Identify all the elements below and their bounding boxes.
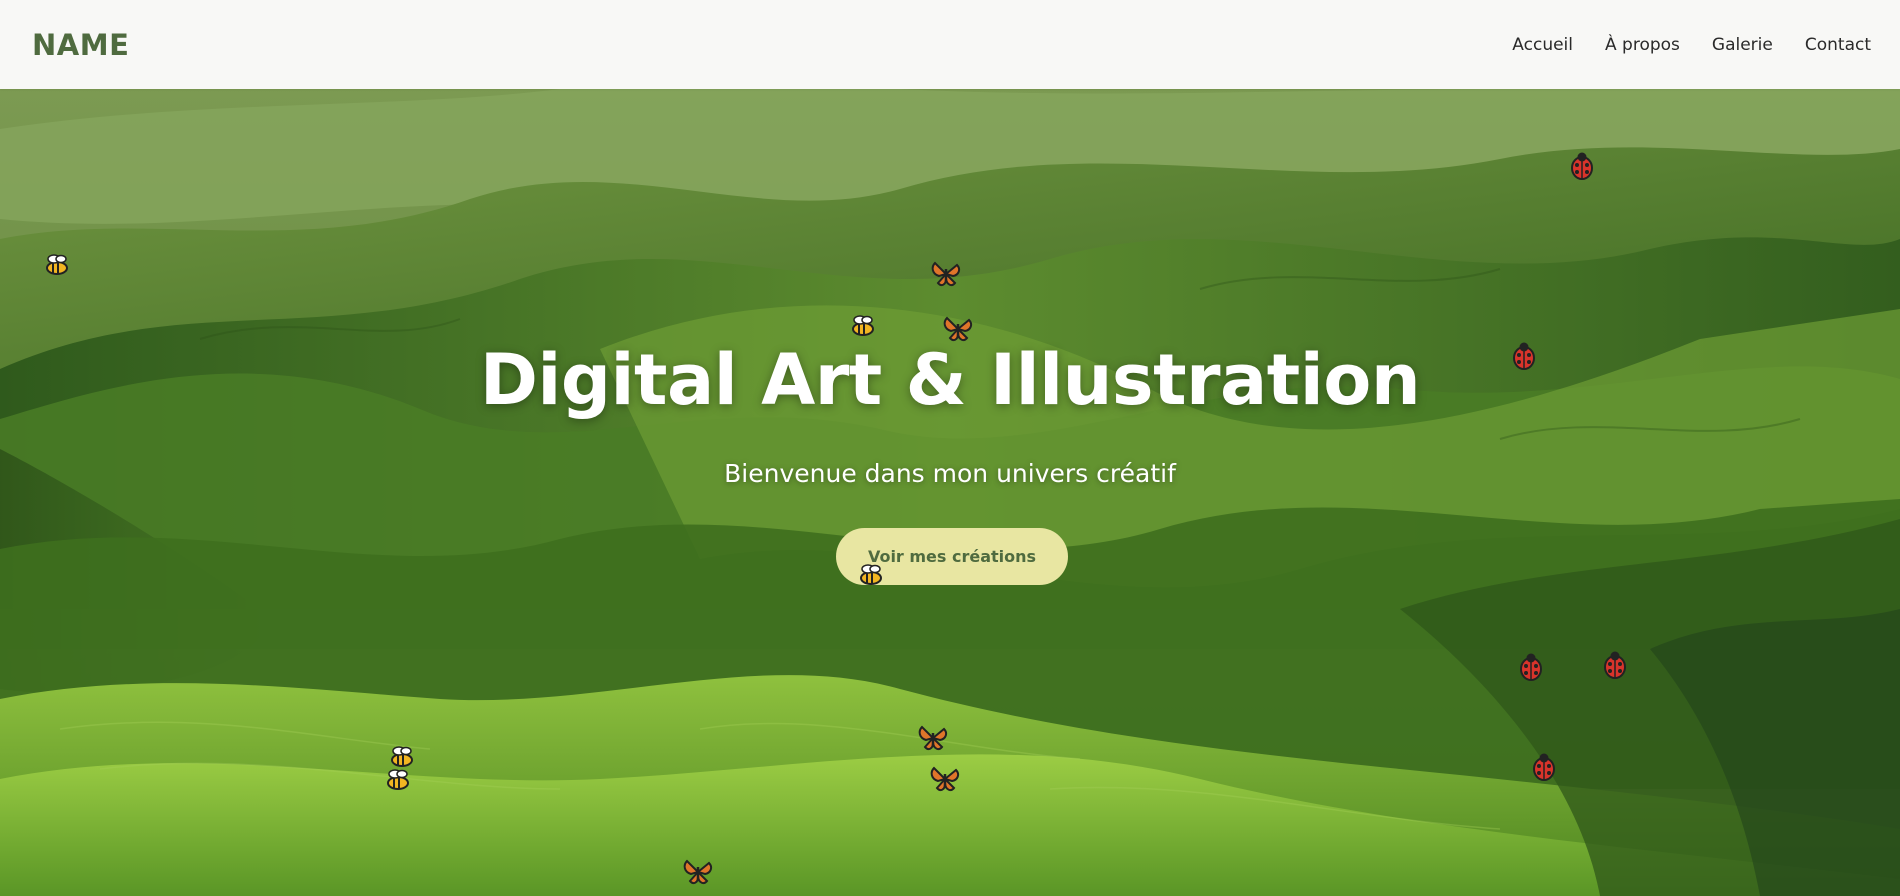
ladybug-icon (1598, 648, 1632, 682)
bee-icon (854, 559, 888, 593)
hero-title: Digital Art & Illustration (479, 339, 1421, 421)
site-logo[interactable]: NAME (32, 28, 129, 62)
ladybug-icon (1514, 650, 1548, 684)
nav-link-accueil[interactable]: Accueil (1512, 35, 1573, 55)
nav-link-contact[interactable]: Contact (1805, 35, 1871, 55)
butterfly-icon (916, 721, 950, 755)
butterfly-icon (941, 312, 975, 346)
ladybug-icon (1527, 750, 1561, 784)
nav-link-a-propos[interactable]: À propos (1605, 35, 1680, 55)
hero-section: Digital Art & Illustration Bienvenue dan… (0, 89, 1900, 896)
butterfly-icon (929, 257, 963, 291)
hero-subtitle: Bienvenue dans mon univers créatif (724, 459, 1176, 488)
page: NAME Accueil À propos Galerie Contact Di… (0, 0, 1900, 896)
nav-link-galerie[interactable]: Galerie (1712, 35, 1773, 55)
bee-icon (40, 249, 74, 283)
butterfly-icon (928, 762, 962, 796)
bee-icon (381, 764, 415, 798)
ladybug-icon (1507, 339, 1541, 373)
site-header: NAME Accueil À propos Galerie Contact (0, 0, 1900, 89)
ladybug-icon (1565, 149, 1599, 183)
butterfly-icon (681, 855, 715, 889)
bee-icon (846, 310, 880, 344)
main-nav: Accueil À propos Galerie Contact (1480, 35, 1871, 55)
